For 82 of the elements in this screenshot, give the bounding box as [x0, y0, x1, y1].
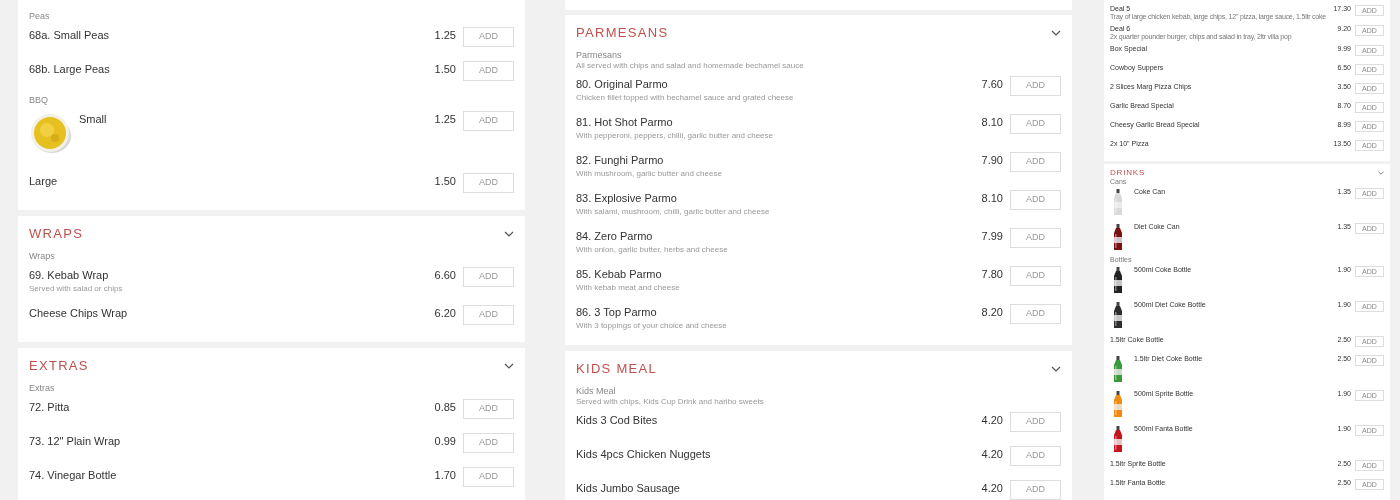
item-description: With onion, garlic butter, herbs and cheese: [576, 244, 729, 256]
add-button[interactable]: ADD: [463, 467, 514, 487]
item-price: 6.60: [434, 268, 456, 283]
item-name: Kids 4pcs Chicken Nuggets: [576, 447, 712, 462]
item-price: 1.25: [434, 28, 456, 43]
item-price: 4.20: [981, 481, 1003, 496]
add-button[interactable]: ADD: [1010, 190, 1061, 210]
item-name: 81. Hot Shot Parmo: [576, 115, 674, 130]
item-price: 1.50: [434, 62, 456, 77]
chevron-down-icon[interactable]: [1051, 28, 1061, 38]
item-name: 80. Original Parmo: [576, 77, 669, 92]
chevron-down-icon[interactable]: [504, 361, 514, 371]
item-name: 74. Vinegar Bottle: [29, 468, 118, 483]
add-button[interactable]: ADD: [1010, 266, 1061, 286]
item-name: Large: [29, 174, 59, 189]
add-button[interactable]: ADD: [1010, 412, 1061, 432]
item-price: 4.20: [981, 447, 1003, 462]
item-name: Kids Jumbo Sausage: [576, 481, 681, 496]
item-name: 82. Funghi Parmo: [576, 153, 665, 168]
item-price: 1.25: [434, 112, 456, 127]
item-name: 68a. Small Peas: [29, 28, 111, 43]
add-button[interactable]: ADD: [1010, 304, 1061, 324]
section-title: DRINKS: [1110, 168, 1146, 177]
item-name: 83. Explosive Parmo: [576, 191, 678, 206]
item-description: Served with salad or chips: [29, 283, 124, 295]
item-name: Small: [79, 112, 108, 127]
item-price: 8.20: [981, 305, 1003, 320]
add-button[interactable]: ADD: [463, 267, 514, 287]
add-button[interactable]: ADD: [1010, 76, 1061, 96]
add-button[interactable]: ADD: [1010, 152, 1061, 172]
section-title: KIDS MEAL: [576, 361, 658, 377]
group-label: BBQ: [29, 94, 49, 106]
item-name: Kids 3 Cod Bites: [576, 413, 659, 428]
add-button[interactable]: ADD: [463, 399, 514, 419]
item-name: 68b. Large Peas: [29, 62, 111, 77]
add-button[interactable]: ADD: [1010, 228, 1061, 248]
item-price: 0.99: [434, 434, 456, 449]
item-name: 69. Kebab Wrap: [29, 268, 110, 283]
item-description: With kebab meat and cheese: [576, 282, 681, 294]
group-label: Parmesans: [576, 49, 623, 61]
item-name: 84. Zero Parmo: [576, 229, 654, 244]
item-price: 7.90: [981, 153, 1003, 168]
add-button[interactable]: ADD: [463, 61, 514, 81]
group-label: Wraps: [29, 250, 56, 262]
add-button[interactable]: ADD: [463, 173, 514, 193]
item-description: With 3 toppings of your choice and cheese: [576, 320, 728, 332]
item-price: 7.80: [981, 267, 1003, 282]
item-name: 72. Pitta: [29, 400, 71, 415]
section-title: WRAPS: [29, 226, 84, 242]
item-price: 7.60: [981, 77, 1003, 92]
add-button[interactable]: ADD: [1010, 114, 1061, 134]
add-button[interactable]: ADD: [463, 433, 514, 453]
section-title: EXTRAS: [29, 358, 89, 374]
chevron-down-icon[interactable]: [504, 229, 514, 239]
add-button[interactable]: ADD: [463, 305, 514, 325]
item-description: With mushroom, garlic butter and cheese: [576, 168, 723, 180]
add-button[interactable]: ADD: [1010, 480, 1061, 500]
item-name: Cheese Chips Wrap: [29, 306, 129, 321]
chevron-down-icon[interactable]: [1051, 364, 1061, 374]
item-price: 8.10: [981, 115, 1003, 130]
item-price: 6.20: [434, 306, 456, 321]
group-description: All served with chips and salad and homemade bechamel sauce: [576, 61, 805, 71]
item-description: With pepperoni, peppers, chilli, garlic butter and cheese: [576, 130, 774, 142]
section-title: PARMESANS: [576, 25, 669, 41]
item-price: 7.99: [981, 229, 1003, 244]
item-name: 73. 12" Plain Wrap: [29, 434, 122, 449]
item-price: 0.85: [434, 400, 456, 415]
add-button[interactable]: ADD: [463, 111, 514, 131]
item-price: 4.20: [981, 413, 1003, 428]
item-description: Chicken fillet topped with bechamel sauce and grated cheese: [576, 92, 795, 104]
add-button[interactable]: ADD: [463, 27, 514, 47]
item-name: 86. 3 Top Parmo: [576, 305, 658, 320]
item-price: 1.70: [434, 468, 456, 483]
item-price: 8.10: [981, 191, 1003, 206]
group-label: Peas: [29, 10, 51, 22]
group-label: Extras: [29, 382, 56, 394]
item-price: 1.50: [434, 174, 456, 189]
group-label: Kids Meal: [576, 385, 617, 397]
item-description: With salami, mushroom, chilli, garlic butter and cheese: [576, 206, 771, 218]
item-name: 85. Kebab Parmo: [576, 267, 663, 282]
add-button[interactable]: ADD: [1010, 446, 1061, 466]
group-description: Served with chips, Kids Cup Drink and haribo sweets: [576, 397, 765, 407]
